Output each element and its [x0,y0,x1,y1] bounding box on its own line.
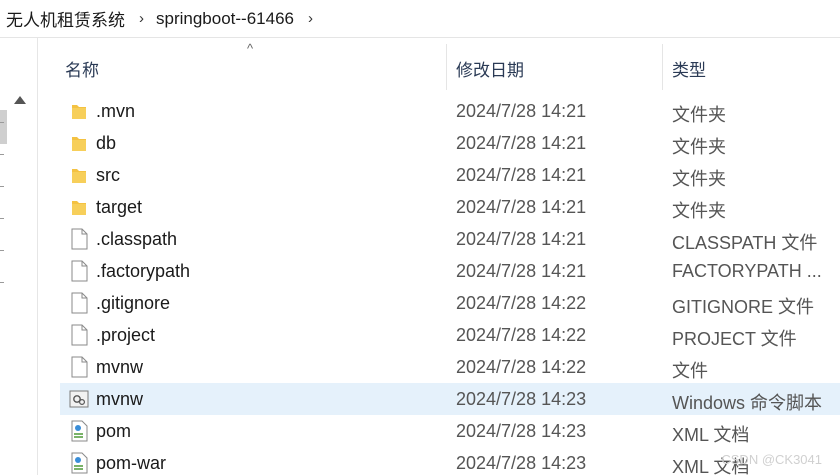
file-name: target [96,197,143,217]
watermark: CSDN @CK3041 [721,452,822,467]
column-header-type[interactable]: 类型 [672,56,706,81]
file-icon [68,260,90,282]
folder-icon [68,164,90,186]
file-date: 2024/7/28 14:21 [456,261,587,281]
navigation-pane-edge [0,38,38,475]
scroll-up-button[interactable] [10,90,30,110]
tree-tick [0,218,4,219]
file-row[interactable]: target 2024/7/28 14:21 文件夹 [60,191,840,223]
file-name: pom-war [96,453,167,473]
file-name: .mvn [96,101,136,121]
chevron-right-icon[interactable]: › [139,10,144,27]
file-name: pom [96,421,132,441]
column-divider[interactable] [662,44,663,90]
file-row[interactable]: .mvn 2024/7/28 14:21 文件夹 [60,95,840,127]
file-row[interactable]: pom 2024/7/28 14:23 XML 文档 [60,415,840,447]
folder-icon [68,100,90,122]
file-name: mvnw [96,357,144,377]
file-date: 2024/7/28 14:21 [456,133,587,153]
scrollbar-thumb[interactable] [0,110,7,144]
file-icon [68,356,90,378]
file-icon [68,292,90,314]
file-name: mvnw [96,389,144,409]
column-divider[interactable] [446,44,447,90]
file-type: 文件夹 [672,169,726,189]
file-date: 2024/7/28 14:23 [456,453,587,473]
tree-tick [0,282,4,283]
tree-tick [0,250,4,251]
file-type: Windows 命令脚本 [672,393,823,413]
script-icon [68,388,90,410]
file-name: .gitignore [96,293,171,313]
tree-tick [0,186,4,187]
file-row[interactable]: db 2024/7/28 14:21 文件夹 [60,127,840,159]
chevron-right-icon[interactable]: › [308,10,313,27]
file-name: .classpath [96,229,178,249]
file-date: 2024/7/28 14:22 [456,293,587,313]
file-row[interactable]: .gitignore 2024/7/28 14:22 GITIGNORE 文件 [60,287,840,319]
xml-icon [68,420,90,442]
file-date: 2024/7/28 14:22 [456,325,587,345]
column-header: ^ 名称 修改日期 类型 [38,38,840,96]
sort-ascending-icon: ^ [247,41,254,56]
column-header-name[interactable]: 名称 [65,56,99,81]
file-row[interactable]: .classpath 2024/7/28 14:21 CLASSPATH 文件 [60,223,840,255]
scroll-up-arrow-icon [14,96,26,104]
breadcrumb-item-folder[interactable]: springboot--61466 [156,9,294,29]
file-type: 文件夹 [672,201,726,221]
file-date: 2024/7/28 14:21 [456,229,587,249]
file-type: 文件夹 [672,137,726,157]
file-type: CLASSPATH 文件 [672,233,818,253]
breadcrumb: 无人机租赁系统 › springboot--61466 › [0,0,840,38]
folder-icon [68,132,90,154]
tree-tick [0,154,4,155]
xml-icon [68,452,90,474]
column-header-date[interactable]: 修改日期 [456,56,524,81]
tree-tick [0,122,4,123]
file-date: 2024/7/28 14:21 [456,197,587,217]
file-type: PROJECT 文件 [672,329,797,349]
file-type: GITIGNORE 文件 [672,297,815,317]
file-name: .factorypath [96,261,191,281]
file-row[interactable]: mvnw 2024/7/28 14:23 Windows 命令脚本 [60,383,840,415]
file-name: src [96,165,120,185]
file-row[interactable]: src 2024/7/28 14:21 文件夹 [60,159,840,191]
file-date: 2024/7/28 14:21 [456,101,587,121]
file-row[interactable]: mvnw 2024/7/28 14:22 文件 [60,351,840,383]
file-name: .project [96,325,156,345]
folder-icon [68,196,90,218]
file-date: 2024/7/28 14:22 [456,357,587,377]
file-icon [68,228,90,250]
file-type: FACTORYPATH ... [672,261,822,281]
file-icon [68,324,90,346]
file-date: 2024/7/28 14:23 [456,389,587,409]
file-list: .mvn 2024/7/28 14:21 文件夹 db 2024/7/28 14:21 文… [60,95,840,475]
breadcrumb-item-project[interactable]: 无人机租赁系统 [6,6,125,31]
file-type: XML 文档 [672,425,750,445]
file-type: 文件夹 [672,105,726,125]
file-date: 2024/7/28 14:21 [456,165,587,185]
file-row[interactable]: .project 2024/7/28 14:22 PROJECT 文件 [60,319,840,351]
file-type: 文件 [672,361,708,381]
file-row[interactable]: .factorypath 2024/7/28 14:21 FACTORYPATH .… [60,255,840,287]
file-name: db [96,133,117,153]
file-date: 2024/7/28 14:23 [456,421,587,441]
